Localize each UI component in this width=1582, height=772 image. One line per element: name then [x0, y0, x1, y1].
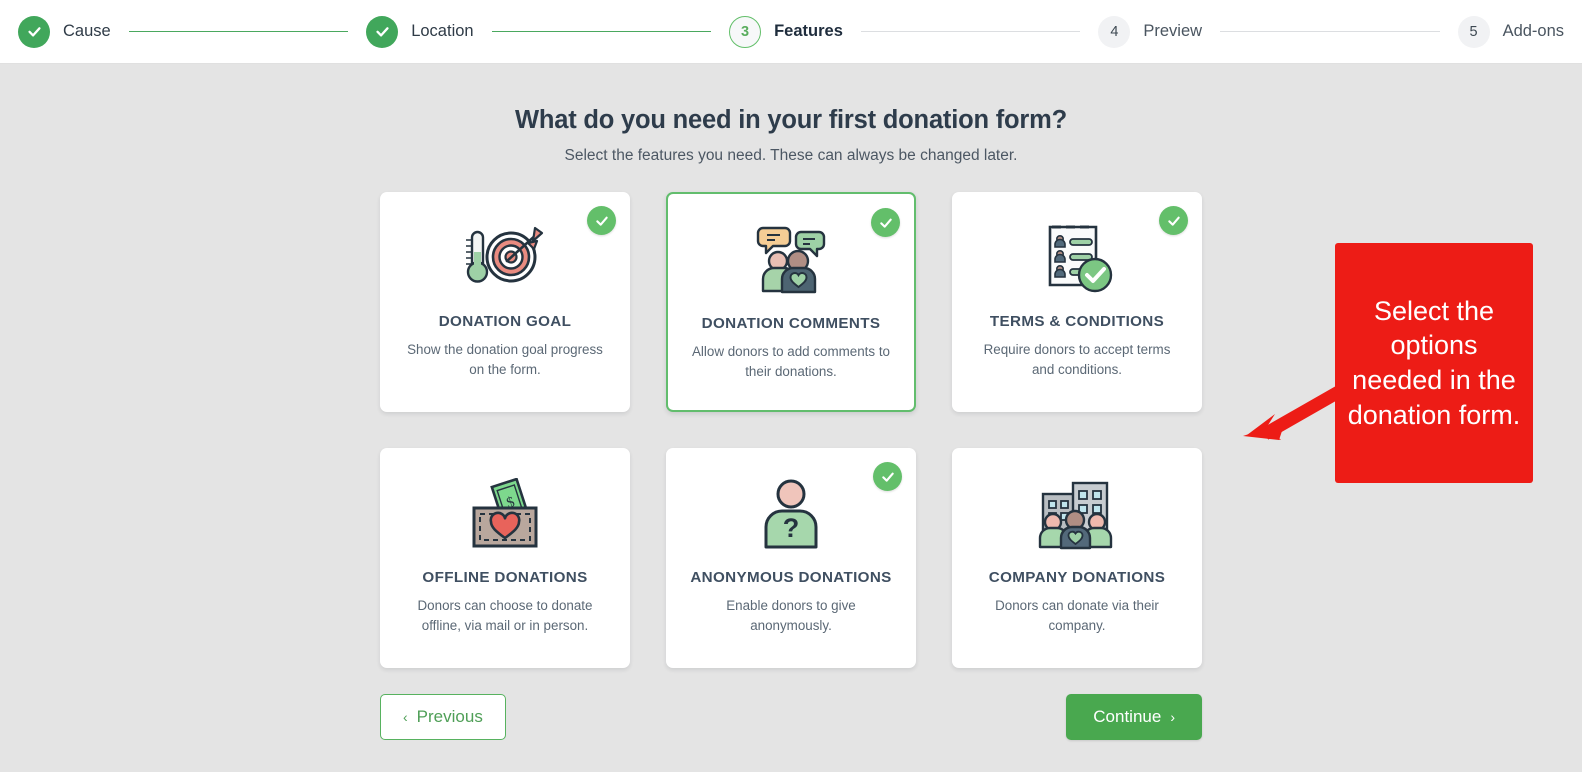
checklist-document-icon [1038, 210, 1116, 306]
feature-card-description: Donors can choose to donate offline, via… [417, 598, 593, 633]
feature-card-company-donations[interactable]: COMPANY DONATIONS Donors can donate via t… [952, 448, 1202, 668]
stepper-connector [491, 31, 712, 32]
stepper-step-features[interactable]: 3 Features [729, 15, 843, 48]
annotation-callout: Select the options needed in the donatio… [1335, 243, 1533, 483]
feature-card-grid: DONATION GOAL Show the donation goal prog… [380, 192, 1202, 668]
feature-card-offline-donations[interactable]: $ OFFLINE DONATIONS Donors can choose to … [380, 448, 630, 668]
chevron-left-icon: ‹ [403, 709, 408, 725]
feature-card-title: COMPANY DONATIONS [988, 569, 1166, 586]
page-title: What do you need in your first donation … [515, 106, 1067, 134]
feature-card-title: OFFLINE DONATIONS [422, 569, 588, 586]
wizard-stepper: Cause Location 3 Features 4 Preview 5 Add-ons [0, 0, 1582, 64]
feature-card-title: TERMS & CONDITIONS [989, 313, 1165, 330]
feature-card-title: DONATION GOAL [438, 313, 572, 330]
continue-button[interactable]: Continue › [1066, 694, 1202, 740]
feature-card-description: Enable donors to give anonymously. [726, 598, 856, 633]
feature-card-terms-conditions[interactable]: TERMS & CONDITIONS Require donors to acce… [952, 192, 1202, 412]
people-speech-bubbles-icon [749, 212, 833, 308]
chevron-right-icon: › [1170, 709, 1175, 725]
step-number-badge: 3 [729, 15, 762, 48]
stepper-label: Cause [63, 22, 111, 40]
stepper-step-preview[interactable]: 4 Preview [1098, 15, 1203, 48]
step-number: 4 [1110, 23, 1119, 40]
continue-button-label: Continue [1093, 707, 1162, 726]
page-subtitle: Select the features you need. These can … [564, 147, 1018, 164]
step-number-badge: 5 [1457, 15, 1490, 48]
stepper-label: Location [411, 22, 474, 40]
previous-button[interactable]: ‹ Previous [380, 694, 506, 740]
feature-card-description: Show the donation goal progress on the f… [407, 342, 603, 377]
donation-box-cash-icon: $ [467, 466, 543, 562]
annotation-text: Select the options needed in the donatio… [1347, 295, 1521, 430]
stepper-label: Preview [1143, 22, 1203, 40]
stepper-connector [128, 31, 349, 32]
step-number: 5 [1469, 23, 1478, 40]
step-number: 3 [741, 23, 750, 40]
stepper-step-add-ons[interactable]: 5 Add-ons [1457, 15, 1565, 48]
feature-card-donation-goal[interactable]: DONATION GOAL Show the donation goal prog… [380, 192, 630, 412]
step-number-badge: 4 [1098, 15, 1131, 48]
svg-text:?: ? [783, 513, 800, 543]
feature-card-title: ANONYMOUS DONATIONS [690, 569, 892, 586]
step-check-icon [18, 15, 50, 48]
feature-card-donation-comments[interactable]: DONATION COMMENTS Allow donors to add com… [666, 192, 916, 412]
stepper-label: Features [774, 22, 843, 40]
selected-check-icon[interactable] [873, 462, 902, 491]
selected-check-icon[interactable] [1159, 206, 1188, 235]
step-check-icon [366, 15, 399, 48]
feature-card-description: Require donors to accept terms and condi… [983, 342, 1171, 377]
company-buildings-people-icon [1035, 466, 1119, 562]
feature-card-description: Allow donors to add comments to their do… [692, 344, 890, 379]
previous-button-label: Previous [416, 707, 483, 726]
feature-card-description: Donors can donate via their company. [995, 598, 1159, 633]
stepper-connector [860, 31, 1081, 32]
stepper-step-cause[interactable]: Cause [18, 15, 111, 48]
stepper-label: Add-ons [1502, 22, 1565, 40]
anonymous-person-icon: ? [757, 466, 825, 562]
feature-card-title: DONATION COMMENTS [701, 315, 881, 332]
selected-check-icon[interactable] [587, 206, 616, 235]
wizard-navigation: ‹ Previous Continue › [380, 694, 1202, 740]
stepper-connector [1220, 31, 1440, 32]
target-goal-icon [463, 210, 547, 306]
page-heading-block: What do you need in your first donation … [0, 64, 1582, 165]
stepper-step-location[interactable]: Location [366, 15, 474, 48]
feature-card-anonymous-donations[interactable]: ? ANONYMOUS DONATIONS Enable donors to gi… [666, 448, 916, 668]
selected-check-icon[interactable] [871, 208, 900, 237]
